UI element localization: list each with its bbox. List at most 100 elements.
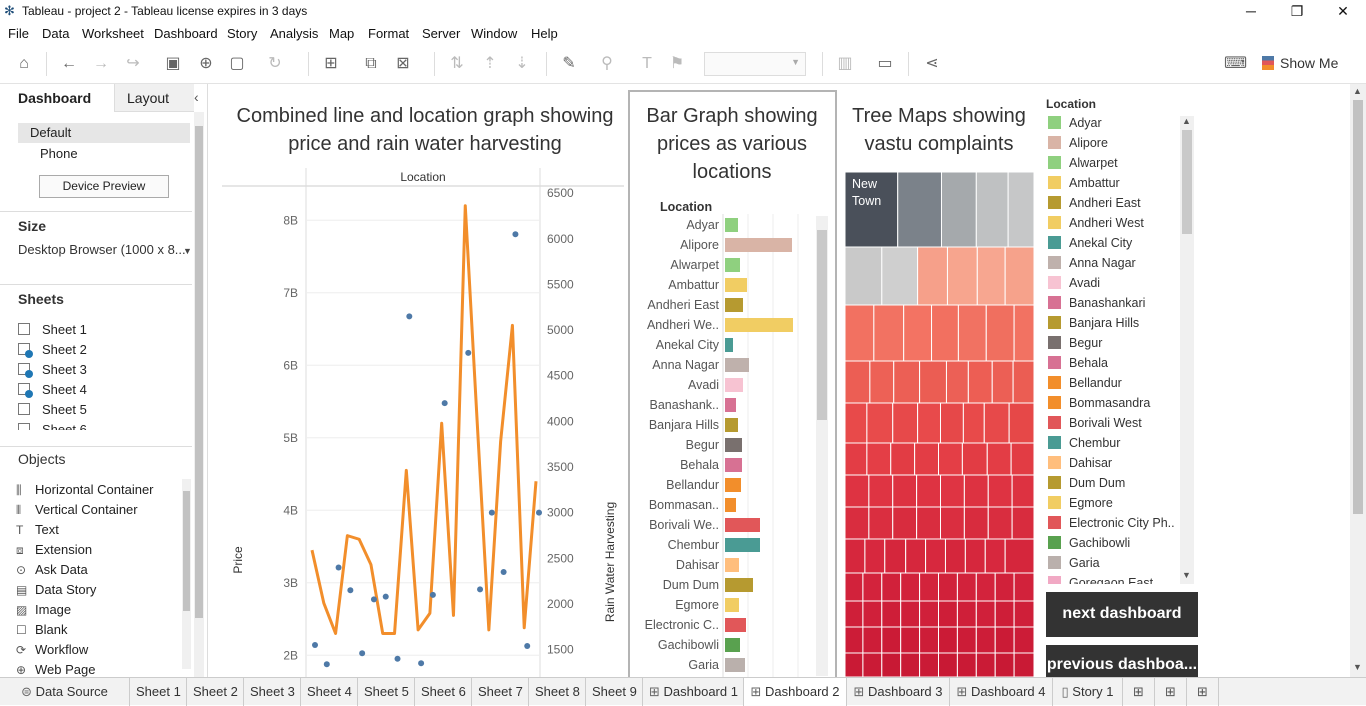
treemap-cell[interactable] (897, 172, 942, 248)
treemap-cell[interactable] (939, 474, 965, 508)
legend-item[interactable]: Anna Nagar (1048, 256, 1136, 270)
collapse-pane-icon[interactable]: ‹ (194, 89, 199, 105)
treemap-cell[interactable] (956, 600, 977, 628)
page-scroll-down-icon[interactable]: ▼ (1353, 662, 1362, 672)
treemap-cell[interactable] (845, 402, 868, 444)
menu-analysis[interactable]: Analysis (270, 26, 318, 41)
bar[interactable] (725, 318, 793, 332)
treemap-cell[interactable] (931, 304, 959, 362)
treemap-cell[interactable] (963, 506, 989, 540)
rain-point[interactable] (512, 231, 519, 238)
object-item[interactable]: ⫼ Horizontal Container (16, 482, 154, 498)
treemap-cell[interactable] (845, 246, 883, 306)
menu-server[interactable]: Server (422, 26, 460, 41)
treemap-cell[interactable] (938, 442, 963, 476)
treemap-cell[interactable] (964, 538, 986, 574)
page-scrollbar[interactable]: ▲ ▼ (1350, 84, 1366, 677)
object-item[interactable]: ⊙ Ask Data (16, 562, 88, 577)
treemap-cell[interactable] (1013, 652, 1035, 677)
bar[interactable] (725, 278, 747, 292)
next-dashboard-button[interactable]: next dashboard (1046, 592, 1198, 637)
tab-layout[interactable]: Layout (114, 84, 194, 112)
rain-point[interactable] (406, 313, 413, 320)
tab-dashboard[interactable]: Dashboard (0, 84, 114, 112)
treemap-cell[interactable] (987, 474, 1013, 508)
tab-dashboard-3[interactable]: ⊞ Dashboard 3 (847, 678, 950, 706)
legend-scroll-thumb[interactable] (1182, 130, 1192, 234)
legend-item[interactable]: Banjara Hills (1048, 316, 1139, 330)
share-icon[interactable]: ⋖ (921, 54, 943, 74)
treemap-cell[interactable] (956, 572, 977, 602)
treemap-cell[interactable] (975, 172, 1009, 248)
treemap-cell[interactable] (845, 474, 870, 508)
swap-icon[interactable]: ⇅ (446, 54, 468, 74)
treemap-cell[interactable] (881, 652, 902, 677)
treemap-cell[interactable] (917, 246, 948, 306)
treemap-cell[interactable] (976, 246, 1006, 306)
sort-descending-icon[interactable]: ⇣ (511, 54, 533, 74)
page-scroll-thumb[interactable] (1353, 100, 1363, 514)
rain-point[interactable] (429, 591, 436, 598)
legend-item[interactable]: Andheri East (1048, 196, 1141, 210)
tab-dashboard-2[interactable]: ⊞ Dashboard 2 (744, 678, 847, 706)
highlight-icon[interactable]: ✎ (558, 54, 580, 74)
treemap-cell[interactable] (900, 600, 921, 628)
bar[interactable] (725, 598, 739, 612)
show-me-button[interactable]: Show Me (1262, 55, 1338, 71)
menu-story[interactable]: Story (227, 26, 257, 41)
treemap-cell[interactable] (914, 442, 940, 476)
treemap-cell[interactable] (986, 442, 1012, 476)
treemap-cell[interactable] (919, 600, 940, 628)
left-pane-scroll-thumb[interactable] (195, 126, 203, 618)
legend-item[interactable]: Alwarpet (1048, 156, 1118, 170)
treemap-cell[interactable] (985, 304, 1015, 362)
bar[interactable] (725, 498, 736, 512)
treemap-cell[interactable] (1011, 506, 1035, 540)
rain-point[interactable] (524, 642, 531, 649)
treemap-cell[interactable] (1013, 626, 1035, 654)
treemap-cell[interactable] (984, 538, 1006, 574)
object-item[interactable]: ⫴ Vertical Container (16, 502, 138, 518)
bar[interactable] (725, 338, 733, 352)
treemap-cell[interactable] (944, 538, 966, 574)
treemap-cell[interactable] (916, 506, 941, 540)
treemap-cell[interactable] (916, 474, 941, 508)
treemap-cell[interactable] (881, 626, 902, 654)
tab-sheet-1[interactable]: Sheet 1 (130, 678, 187, 706)
treemap-cell[interactable] (845, 626, 864, 654)
menu-map[interactable]: Map (329, 26, 354, 41)
treemap-cell[interactable] (938, 600, 958, 628)
object-item[interactable]: T Text (16, 522, 59, 537)
new-dashboard-tab-icon[interactable]: ⊞ (1155, 678, 1187, 706)
treemap-cell[interactable] (917, 402, 941, 444)
device-default[interactable]: Default (18, 123, 190, 143)
bar[interactable] (725, 438, 742, 452)
bar[interactable] (725, 458, 742, 472)
group-icon[interactable]: ⚲ (596, 54, 618, 74)
new-worksheet-icon[interactable]: ⊞ (320, 54, 342, 74)
rain-point[interactable] (488, 509, 495, 516)
treemap-cell[interactable] (881, 572, 902, 602)
treemap-cell[interactable] (1010, 442, 1035, 476)
rain-point[interactable] (312, 642, 318, 649)
treemap-cell[interactable] (938, 652, 958, 677)
tab-sheet-7[interactable]: Sheet 7 (472, 678, 529, 706)
treemap-cell[interactable] (845, 506, 870, 540)
treemap-cell[interactable] (900, 626, 921, 654)
treemap-cell[interactable] (862, 572, 883, 602)
legend-item[interactable]: Begur (1048, 336, 1102, 350)
treemap-cell[interactable] (869, 360, 895, 404)
treemap-cell[interactable] (994, 600, 1015, 628)
bar[interactable] (725, 378, 743, 392)
tab-dashboard-4[interactable]: ⊞ Dashboard 4 (950, 678, 1053, 706)
treemap-cell[interactable] (890, 442, 916, 476)
treemap-cell[interactable] (892, 474, 918, 508)
menu-window[interactable]: Window (471, 26, 517, 41)
treemap-cell[interactable] (919, 360, 947, 404)
legend-item[interactable]: Borivali West (1048, 416, 1142, 430)
legend-item[interactable]: Avadi (1048, 276, 1100, 290)
treemap-cell[interactable] (893, 360, 921, 404)
legend-item[interactable]: Bommasandra (1048, 396, 1150, 410)
bar[interactable] (725, 478, 741, 492)
treemap-cell[interactable] (975, 572, 996, 602)
